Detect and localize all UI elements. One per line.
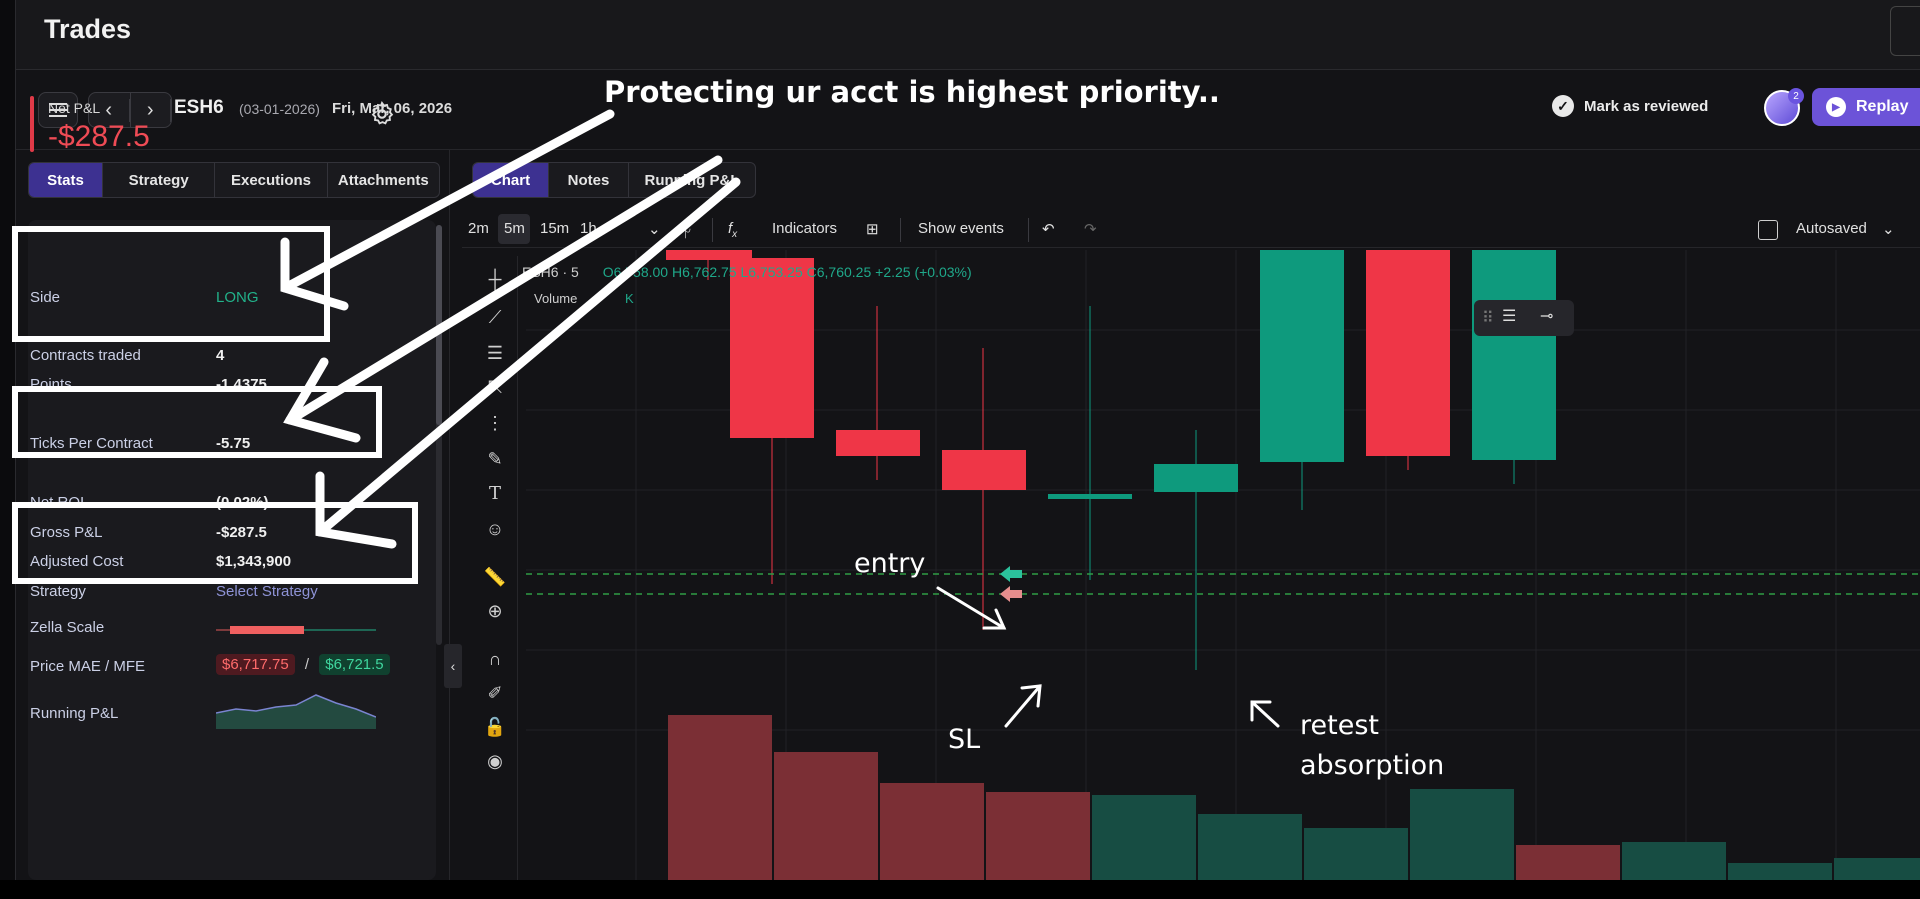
- annotation-retest: retest: [1300, 710, 1379, 741]
- annotation-headline: Protecting ur acct is highest priority..: [604, 75, 1220, 109]
- annotation-entry: entry: [854, 548, 926, 579]
- trade-review-app: Trades ‹ › ESH6 (03-01-2026) Fri, Mar, 0…: [0, 0, 1920, 880]
- annotation-sl: SL: [948, 724, 981, 755]
- annotation-absorption: absorption: [1300, 750, 1445, 781]
